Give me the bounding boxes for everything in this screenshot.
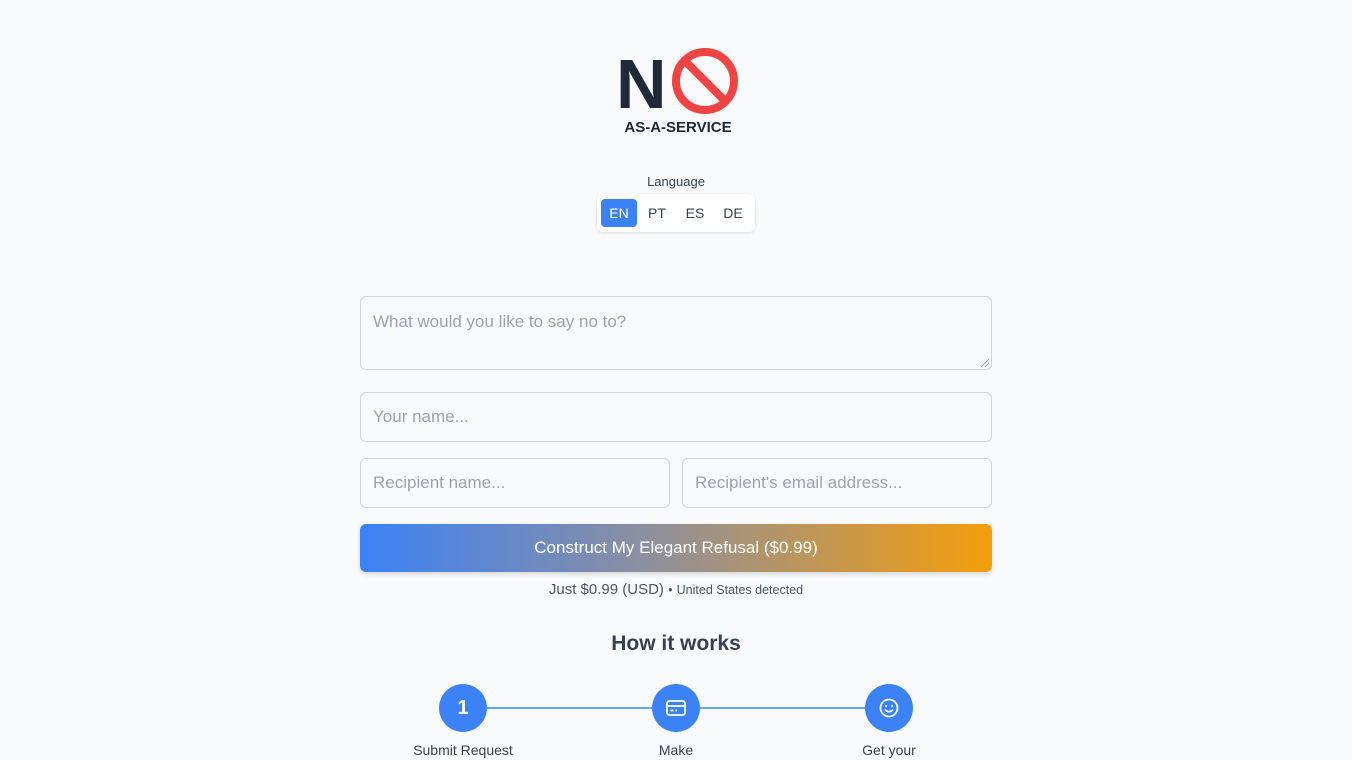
resize-handle-icon[interactable] [981,359,989,367]
language-button-group: EN PT ES DE [597,194,755,232]
step-1-label: Submit Request [413,742,513,758]
recipient-email-placeholder: Recipient's email address... [695,473,903,492]
message-placeholder: What would you like to say no to? [373,312,627,331]
price-note: Just $0.99 (USD) • United States detecte… [0,580,1352,600]
recipient-name-input[interactable]: Recipient name... [360,458,670,508]
language-option-de[interactable]: DE [715,199,751,227]
your-name-placeholder: Your name... [373,407,469,426]
message-textarea[interactable]: What would you like to say no to? [360,296,992,370]
step-1-circle: 1 [439,684,487,732]
step-2-circle [652,684,700,732]
construct-refusal-button[interactable]: Construct My Elegant Refusal ($0.99) [360,524,992,572]
how-it-works-title: How it works [611,632,741,655]
logo: N AS-A-SERVICE [616,46,740,136]
step-1-number: 1 [457,697,469,719]
price-separator: • [668,583,673,597]
recipient-email-input[interactable]: Recipient's email address... [682,458,992,508]
logo-letter: N [616,46,667,123]
price-text: Just $0.99 (USD) [548,581,664,598]
language-label: Language [647,174,705,189]
your-name-input[interactable]: Your name... [360,392,992,442]
smiley-icon [879,698,899,718]
credit-card-icon [666,700,686,716]
country-detected: United States detected [676,583,804,597]
language-option-pt[interactable]: PT [639,199,675,227]
step-connector [700,707,865,709]
logo-subtitle: AS-A-SERVICE [624,119,731,136]
step-connector [487,707,652,709]
language-selector: Language EN PT ES DE [0,174,1352,232]
step-3-circle [865,684,913,732]
language-option-en[interactable]: EN [601,199,637,227]
recipient-name-placeholder: Recipient name... [373,473,506,492]
step-3-label: Get your [862,742,916,758]
step-2-label: Make [658,742,694,758]
language-option-es[interactable]: ES [677,199,713,227]
